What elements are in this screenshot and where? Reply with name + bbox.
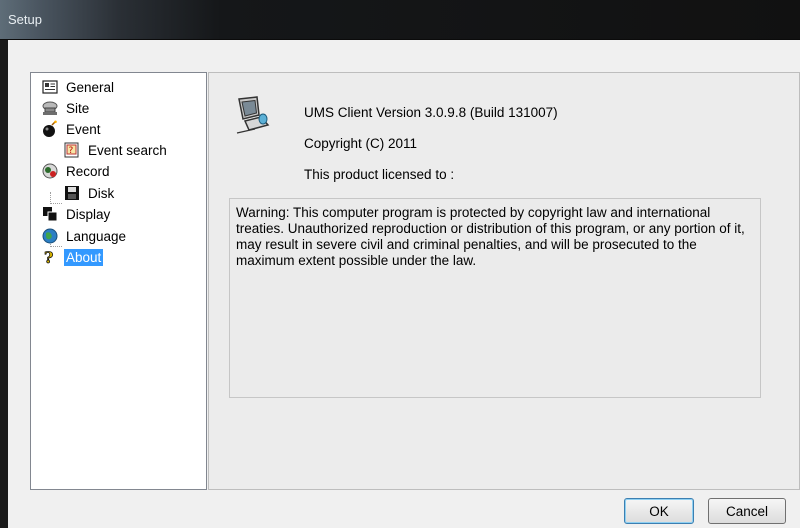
copyright-warning: Warning: This computer program is protec… xyxy=(229,198,761,398)
dialog-client-area: General Site Event ? Event search Record… xyxy=(8,40,800,528)
tree-item-event[interactable]: Event xyxy=(41,119,103,139)
display-windows-icon xyxy=(41,205,59,223)
tree-item-label: Language xyxy=(66,228,127,244)
tree-item-label: General xyxy=(66,79,115,95)
tree-item-label: Site xyxy=(66,100,90,116)
tree-item-language[interactable]: Language xyxy=(41,226,128,246)
version-text: UMS Client Version 3.0.9.8 (Build 131007… xyxy=(304,105,558,120)
site-computer-icon xyxy=(41,99,59,117)
cancel-button[interactable]: Cancel xyxy=(708,498,786,524)
about-panel: UMS Client Version 3.0.9.8 (Build 131007… xyxy=(208,72,800,490)
svg-text:?: ? xyxy=(69,146,74,156)
tree-item-label: Event xyxy=(66,121,101,137)
tree-item-label: Record xyxy=(66,163,110,179)
copyright-text: Copyright (C) 2011 xyxy=(304,136,418,151)
tree-item-about[interactable]: ? About xyxy=(41,247,104,268)
svg-text:?: ? xyxy=(44,248,53,266)
settings-tree[interactable]: General Site Event ? Event search Record… xyxy=(30,72,207,490)
tree-item-display[interactable]: Display xyxy=(41,204,112,224)
event-bomb-icon xyxy=(41,120,59,138)
tree-item-label: Event search xyxy=(88,142,167,158)
title-bar[interactable]: Setup xyxy=(0,0,800,40)
tree-item-label: Display xyxy=(66,206,111,222)
tree-item-record[interactable]: Record xyxy=(41,161,112,181)
licensed-to-text: This product licensed to : xyxy=(304,167,455,182)
tree-item-label: About xyxy=(64,248,104,266)
language-globe-icon xyxy=(41,227,59,245)
question-mark-icon: ? xyxy=(41,248,59,268)
event-search-icon: ? xyxy=(63,141,81,159)
tree-item-event-search[interactable]: ? Event search xyxy=(63,140,169,160)
disk-save-icon xyxy=(63,184,81,202)
tree-item-site[interactable]: Site xyxy=(41,98,91,118)
ums-client-computer-icon xyxy=(235,95,271,135)
tree-item-label: Disk xyxy=(88,185,115,201)
setup-window: Setup General Site Event ? Event search … xyxy=(0,0,800,528)
general-card-icon xyxy=(41,78,59,96)
tree-item-general[interactable]: General xyxy=(41,77,116,97)
window-title: Setup xyxy=(8,12,42,27)
record-icon xyxy=(41,162,59,180)
ok-button[interactable]: OK xyxy=(624,498,694,524)
tree-item-disk[interactable]: Disk xyxy=(63,183,116,203)
